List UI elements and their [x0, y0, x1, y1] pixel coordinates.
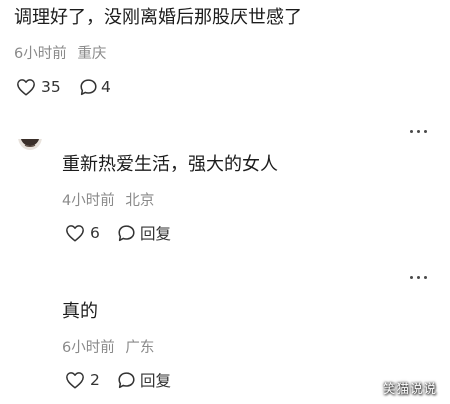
post-like-button[interactable]: 35 — [16, 76, 61, 98]
post-text: 调理好了，没刚离婚后那股厌世感了 — [14, 7, 302, 28]
reply-meta: 6小时前 广东 — [62, 339, 154, 357]
reply-text: 重新热爱生活，强大的女人 — [62, 154, 278, 175]
reply-time: 4小时前 — [62, 193, 115, 209]
reply-location: 广东 — [125, 340, 155, 356]
more-dots-icon[interactable] — [410, 126, 427, 136]
reply-like-button[interactable]: 6 — [65, 222, 100, 244]
heart-icon — [16, 78, 36, 96]
post-comment-count: 4 — [101, 78, 111, 96]
more-dots-icon[interactable] — [410, 272, 427, 282]
comment-bubble-icon — [117, 371, 136, 389]
reply-location: 北京 — [125, 193, 155, 209]
reply-label: 回复 — [140, 372, 172, 390]
reply-like-count: 6 — [90, 224, 100, 242]
watermark: 笑猫说说 — [383, 381, 438, 396]
post-time: 6小时前 — [14, 46, 67, 62]
comment-bubble-icon — [117, 224, 136, 242]
post-location: 重庆 — [77, 46, 107, 62]
reply-time: 6小时前 — [62, 340, 115, 356]
reply-button[interactable]: 回复 — [117, 222, 171, 244]
post-meta: 6小时前 重庆 — [14, 45, 106, 63]
heart-icon — [65, 371, 85, 389]
post-like-count: 35 — [41, 78, 61, 96]
reply-label: 回复 — [140, 225, 172, 243]
comment-bubble-icon — [79, 78, 98, 96]
avatar[interactable] — [18, 137, 42, 150]
reply-text: 真的 — [62, 301, 98, 322]
reply-like-count: 2 — [90, 371, 100, 389]
reply-button[interactable]: 回复 — [117, 369, 171, 391]
post-comment-button[interactable]: 4 — [79, 76, 111, 98]
heart-icon — [65, 224, 85, 242]
reply-like-button[interactable]: 2 — [65, 369, 100, 391]
reply-meta: 4小时前 北京 — [62, 192, 154, 210]
